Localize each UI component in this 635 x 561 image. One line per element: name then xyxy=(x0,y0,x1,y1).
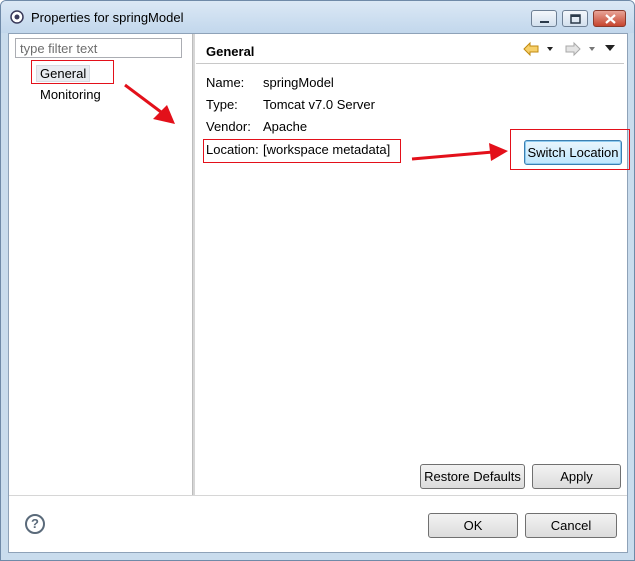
annotation-arrow-1 xyxy=(124,83,175,124)
annotation-arrow-2 xyxy=(411,143,508,161)
properties-dialog: Properties for springModel General Monit… xyxy=(0,0,635,561)
annotation-arrows xyxy=(124,83,508,161)
